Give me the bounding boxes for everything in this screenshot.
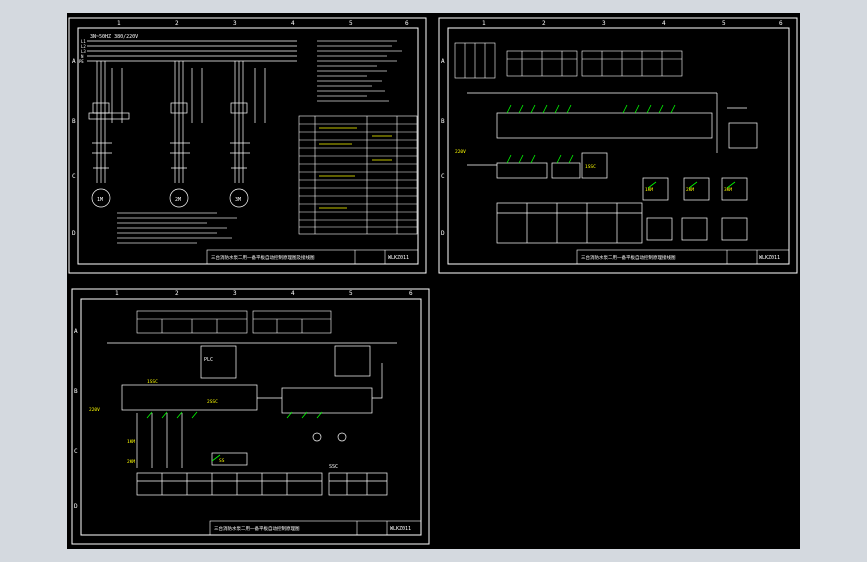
sheet-1-col-6: 6 <box>405 20 409 27</box>
sheet-2-col-4: 4 <box>662 20 666 27</box>
sheet-3-green-contacts <box>146 411 323 462</box>
sheet-2-col-6: 6 <box>779 20 783 27</box>
sheet-3-outer-border <box>71 288 430 545</box>
drawing-svg: 1 2 3 4 5 6 A B C D 3N~50HZ 380/220V L1 … <box>68 17 798 545</box>
sheet-1: 1 2 3 4 5 6 A B C D 3N~50HZ 380/220V L1 … <box>68 17 427 274</box>
sheet-3-label-2km: 2KM <box>127 459 135 465</box>
sheet-1-component-table <box>298 115 418 235</box>
sheet-3: 1 2 3 4 5 6 A B C D 1SSC 2SSC 1KM 2KM 22… <box>71 288 430 545</box>
sheet-1-code: WLKZ011 <box>388 255 409 261</box>
sheet-2-label-ssc: 1SSC <box>585 164 596 170</box>
sheet-1-row-b: B <box>72 118 76 125</box>
sheet-3-col-6: 6 <box>409 290 413 297</box>
sheet-1-col-2: 2 <box>175 20 179 27</box>
sheet-3-col-4: 4 <box>291 290 295 297</box>
sheet-3-row-a: A <box>74 328 78 335</box>
drawing-canvas[interactable]: 1 2 3 4 5 6 A B C D 3N~50HZ 380/220V L1 … <box>67 13 800 549</box>
sheet-1-row-d: D <box>72 230 76 237</box>
sheet-2-plc-module <box>496 112 713 139</box>
sheet-2-row-a: A <box>441 58 445 65</box>
sheet-2-bottom-table <box>496 202 643 244</box>
sheet-3-bottom-table <box>136 472 323 496</box>
sheet-1-col-1: 1 <box>117 20 121 27</box>
sheet-3-row-b: B <box>74 388 78 395</box>
sheet-1-col-3: 3 <box>233 20 237 27</box>
sheet-2-label-3km: 3KM <box>724 187 732 193</box>
bus-pe: PE <box>79 59 84 64</box>
sheet-1-col-5: 5 <box>349 20 353 27</box>
sheet-2-green-contacts <box>506 104 736 189</box>
sheet-3-plc-module-left <box>121 384 258 411</box>
sheet-2-col-1: 1 <box>482 20 486 27</box>
sheet-1-row-c: C <box>72 173 76 180</box>
sheet-2-label-220v: 220V <box>455 149 466 155</box>
sheet-3-col-3: 3 <box>233 290 237 297</box>
sheet-2: 1 2 3 4 5 6 A B C D 1SSC 1KM 2KM 3KM 220… <box>438 17 798 274</box>
sheet-3-label-1ssc: 1SSC <box>147 379 158 385</box>
sheet-3-col-5: 5 <box>349 290 353 297</box>
sheet-2-row-c: C <box>441 173 445 180</box>
sheet-3-label-1km: 1KM <box>127 439 135 445</box>
sheet-2-title: 三台消防水泵二用一备平板自动控制原理接线图 <box>581 254 676 261</box>
sheet-2-col-2: 2 <box>542 20 546 27</box>
sheet-3-label-2ssc: 2SSC <box>207 399 218 405</box>
sheet-3-row-c: C <box>74 448 78 455</box>
sheet-1-row-a: A <box>72 58 76 65</box>
sheet-1-notes <box>117 40 402 244</box>
sheet-3-label-plc: PLC <box>204 357 213 363</box>
sheet-2-outer-border <box>438 17 798 274</box>
motor-1-label: 1M <box>97 197 103 203</box>
sheet-3-relay-right <box>334 345 371 377</box>
sheet-2-label-2km: 2KM <box>686 187 694 193</box>
sheet-3-col-2: 2 <box>175 290 179 297</box>
sheet-2-col-3: 3 <box>602 20 606 27</box>
sheet-2-inner-border <box>447 27 790 265</box>
sheet-2-row-d: D <box>441 230 445 237</box>
motor-3-label: 3M <box>235 197 241 203</box>
sheet-2-code: WLKZ011 <box>759 255 780 261</box>
sheet-3-row-d: D <box>74 503 78 510</box>
sheet-3-col-1: 1 <box>115 290 119 297</box>
sheet-1-title: 三台消防水泵二用一备平板自动控制原理图及接线图 <box>211 254 315 261</box>
sheet-3-inner-border <box>80 298 422 536</box>
sheet-3-code: WLKZ011 <box>390 526 411 532</box>
sheet-3-label-ss: SS <box>219 458 225 464</box>
sheet-3-label-220v: 220V <box>89 407 100 413</box>
motor-2-label: 2M <box>175 197 181 203</box>
sheet-2-label-1km: 1KM <box>645 187 653 193</box>
sheet-3-title: 三台消防水泵二用一备平板自动控制原理图 <box>214 525 300 532</box>
cad-viewer-frame: 1 2 3 4 5 6 A B C D 3N~50HZ 380/220V L1 … <box>0 0 867 562</box>
sheet-3-label-ssc: SSC <box>329 464 338 470</box>
sheet-3-plc-module-right <box>281 387 373 414</box>
sheet-3-header-tables <box>136 310 332 334</box>
sheet-2-header-tables <box>454 42 683 79</box>
sheet-2-col-5: 5 <box>722 20 726 27</box>
sheet-2-relay-box <box>728 122 758 149</box>
sheet-1-supply-label: 3N~50HZ 380/220V <box>90 34 138 40</box>
sheet-2-row-b: B <box>441 118 445 125</box>
sheet-1-col-4: 4 <box>291 20 295 27</box>
